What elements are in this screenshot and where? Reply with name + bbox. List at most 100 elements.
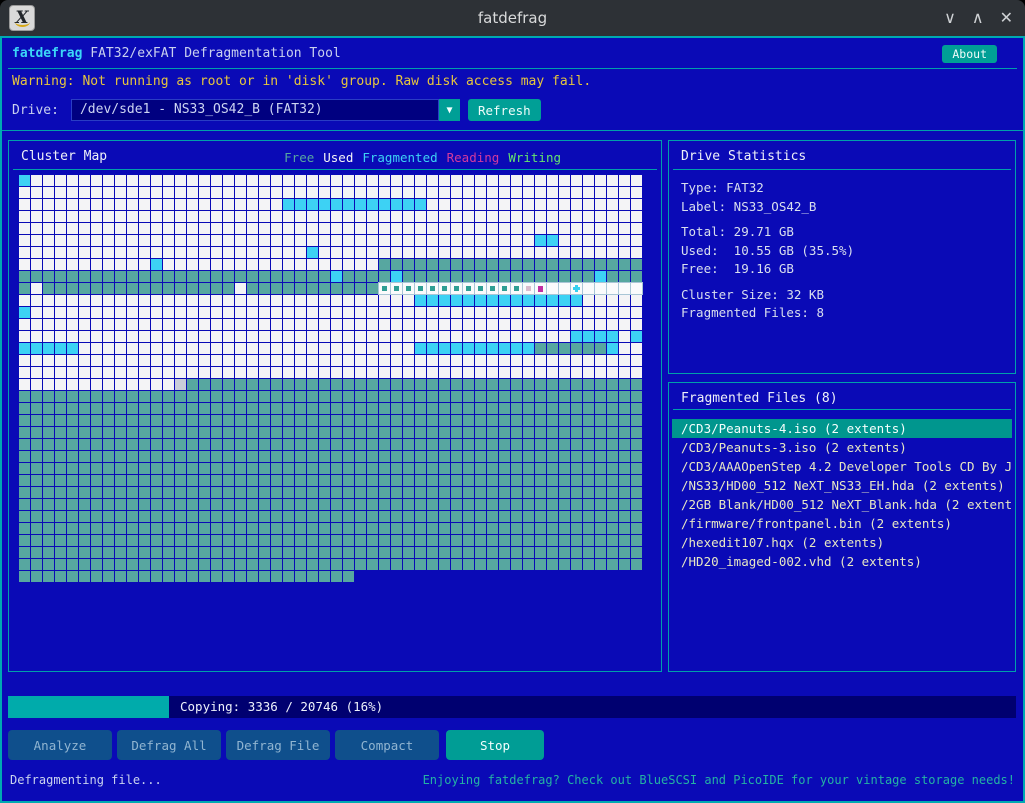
dropdown-arrow-icon[interactable]: ▼ [438, 99, 460, 121]
cluster-cell [523, 211, 534, 222]
stop-button[interactable]: Stop [446, 730, 544, 760]
cluster-cell [151, 211, 162, 222]
cluster-cell [247, 271, 258, 282]
cluster-cell [307, 499, 318, 510]
cluster-cell [307, 559, 318, 570]
cluster-cell [595, 247, 606, 258]
file-item[interactable]: /firmware/frontpanel.bin (2 extents) [672, 514, 1012, 533]
cluster-cell [607, 331, 618, 342]
cluster-cell [439, 175, 450, 186]
cluster-cell [31, 355, 42, 366]
cluster-cell [523, 463, 534, 474]
cluster-cell [559, 403, 570, 414]
cluster-cell [367, 355, 378, 366]
cluster-cell [427, 175, 438, 186]
defrag-file-button[interactable]: Defrag File [226, 730, 330, 760]
cluster-cell [295, 319, 306, 330]
cluster-cell [223, 391, 234, 402]
about-button[interactable]: About [942, 45, 997, 63]
file-item[interactable]: /CD3/Peanuts-4.iso (2 extents) [672, 419, 1012, 438]
cluster-cell [79, 475, 90, 486]
cluster-cell [67, 319, 78, 330]
cluster-cell [619, 439, 630, 450]
minimize-button[interactable]: ∨ [944, 0, 956, 36]
cluster-cell [427, 223, 438, 234]
cluster-cell [211, 331, 222, 342]
cluster-cell [67, 571, 78, 582]
cluster-cell [631, 511, 642, 522]
cluster-cell [211, 187, 222, 198]
cluster-cell [319, 331, 330, 342]
cluster-cell [427, 487, 438, 498]
cluster-cell [355, 559, 366, 570]
cluster-cell [475, 331, 486, 342]
cluster-cell [391, 211, 402, 222]
cluster-cell [511, 487, 522, 498]
maximize-button[interactable]: ∧ [972, 0, 984, 36]
cluster-cell [439, 571, 450, 582]
cluster-cell [259, 211, 270, 222]
file-item[interactable]: /hexedit107.hqx (2 extents) [672, 533, 1012, 552]
cluster-cell [223, 271, 234, 282]
cluster-cell [451, 559, 462, 570]
cluster-cell [583, 391, 594, 402]
file-item[interactable]: /CD3/AAAOpenStep 4.2 Developer Tools CD … [672, 457, 1012, 476]
cluster-cell [343, 247, 354, 258]
cluster-cell [163, 343, 174, 354]
cluster-cell [571, 391, 582, 402]
cluster-cell [271, 259, 282, 270]
cluster-cell [127, 319, 138, 330]
cluster-cell [331, 319, 342, 330]
cluster-cell [91, 487, 102, 498]
file-item[interactable]: /CD3/Peanuts-3.iso (2 extents) [672, 438, 1012, 457]
cluster-cell [91, 571, 102, 582]
cluster-cell [91, 331, 102, 342]
cluster-cell [271, 307, 282, 318]
cluster-cell [595, 199, 606, 210]
cluster-cell [331, 487, 342, 498]
cluster-cell [31, 295, 42, 306]
cluster-cell [139, 379, 150, 390]
refresh-button[interactable]: Refresh [467, 99, 541, 121]
cluster-cell [19, 571, 30, 582]
file-item[interactable]: /2GB Blank/HD00_512 NeXT_Blank.hda (2 ex… [672, 495, 1012, 514]
app-subtitle: FAT32/exFAT Defragmentation Tool [82, 46, 341, 61]
cluster-cell [511, 247, 522, 258]
cluster-cell [259, 271, 270, 282]
cluster-cell [475, 511, 486, 522]
cluster-cell [247, 511, 258, 522]
defrag-all-button[interactable]: Defrag All [117, 730, 221, 760]
cluster-cell [427, 187, 438, 198]
cluster-cell [511, 355, 522, 366]
cluster-cell [343, 199, 354, 210]
cluster-cell [103, 463, 114, 474]
cluster-cell [571, 283, 582, 294]
cluster-cell [127, 283, 138, 294]
cluster-cell [211, 499, 222, 510]
cluster-cell [451, 451, 462, 462]
cluster-cell [307, 427, 318, 438]
cluster-cell [19, 247, 30, 258]
analyze-button[interactable]: Analyze [8, 730, 112, 760]
cluster-cell [463, 283, 474, 294]
cluster-cell [595, 499, 606, 510]
cluster-cell [91, 319, 102, 330]
file-item[interactable]: /HD20_imaged-002.vhd (2 extents) [672, 552, 1012, 571]
compact-button[interactable]: Compact [335, 730, 439, 760]
cluster-cell [319, 355, 330, 366]
close-button[interactable]: ✕ [1000, 0, 1013, 36]
cluster-cell [343, 235, 354, 246]
cluster-cell [271, 235, 282, 246]
cluster-cell [379, 439, 390, 450]
cluster-cell [247, 355, 258, 366]
cluster-cell [175, 271, 186, 282]
drive-select[interactable]: /dev/sde1 - NS33_OS42_B (FAT32) [70, 99, 439, 121]
cluster-cell [391, 175, 402, 186]
cluster-cell [607, 463, 618, 474]
file-item[interactable]: /NS33/HD00_512 NeXT_NS33_EH.hda (2 exten… [672, 476, 1012, 495]
cluster-cell [103, 571, 114, 582]
cluster-cell [223, 223, 234, 234]
cluster-cell [259, 487, 270, 498]
cluster-cell [403, 487, 414, 498]
legend-used: Used [323, 150, 354, 165]
